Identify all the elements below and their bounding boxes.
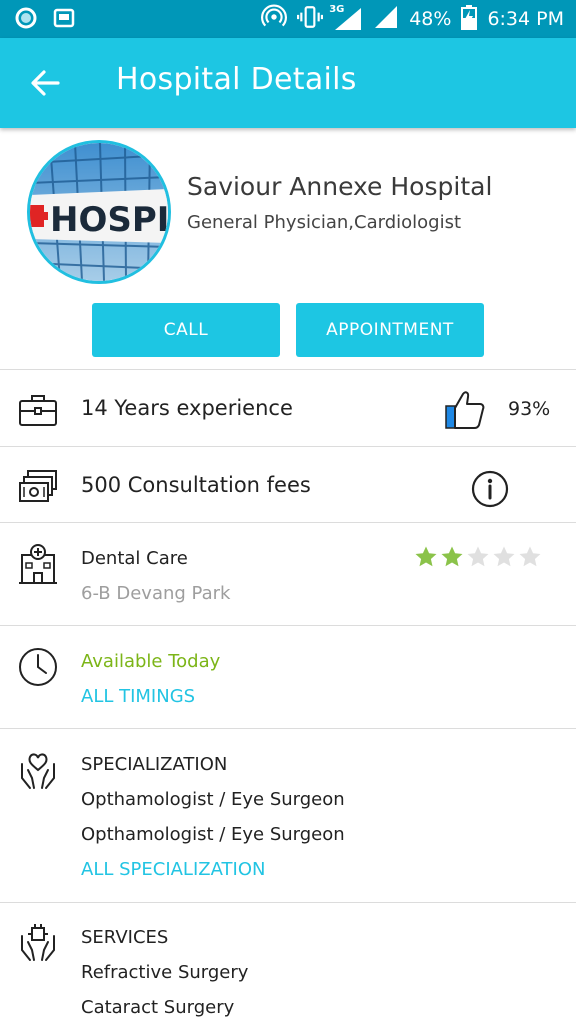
rating-percent: 93%: [508, 398, 551, 420]
specialization-heading: SPECIALIZATION: [81, 754, 228, 775]
circle-notification-icon: [14, 6, 38, 34]
divider: [0, 369, 576, 370]
consultation-fees: 500 Consultation fees: [81, 473, 311, 497]
specialization-item: Opthamologist / Eye Surgeon: [81, 824, 345, 845]
star-empty-icon: [493, 546, 515, 567]
call-button[interactable]: CALL: [92, 303, 280, 357]
hospital-avatar: HOSPI: [27, 140, 171, 284]
star-filled-icon: [415, 546, 437, 567]
all-timings-link[interactable]: ALL TIMINGS: [81, 686, 195, 707]
money-icon: [18, 469, 58, 509]
divider: [0, 522, 576, 523]
network-type: 3G: [329, 4, 345, 15]
star-filled-icon: [441, 546, 463, 567]
heart-hands-icon: [18, 750, 58, 796]
services-hands-icon: [18, 922, 58, 968]
hospital-name: Saviour Annexe Hospital: [187, 172, 493, 201]
hospital-specialties: General Physician,Cardiologist: [187, 212, 462, 233]
hospital-building-icon: [18, 543, 58, 589]
clinic-name: Dental Care: [81, 548, 188, 569]
briefcase-icon: [18, 392, 58, 432]
info-icon[interactable]: [470, 469, 510, 513]
divider: [0, 625, 576, 626]
clock-icon: [18, 647, 58, 691]
status-bar: 3G 48% 6:34 PM: [0, 0, 576, 38]
service-item: Refractive Surgery: [81, 962, 249, 983]
battery-percent: 48%: [409, 8, 452, 30]
app-bar: Hospital Details: [0, 38, 576, 128]
battery-charging-icon: [461, 4, 478, 35]
specialization-item: Opthamologist / Eye Surgeon: [81, 789, 345, 810]
availability-status: Available Today: [81, 651, 221, 672]
appointment-button[interactable]: APPOINTMENT: [296, 303, 484, 357]
clock: 6:34 PM: [487, 8, 564, 30]
divider: [0, 902, 576, 903]
divider: [0, 446, 576, 447]
screen-notification-icon: [52, 6, 76, 34]
divider: [0, 728, 576, 729]
avatar-sign-text: HOSPI: [50, 200, 168, 240]
star-empty-icon: [519, 546, 541, 567]
hotspot-icon: [261, 3, 288, 35]
thumbs-up-icon: [444, 388, 486, 434]
signal-icon: [373, 4, 399, 35]
all-specialization-link[interactable]: ALL SPECIALIZATION: [81, 859, 265, 880]
service-item: Cataract Surgery: [81, 997, 235, 1018]
star-empty-icon: [467, 546, 489, 567]
vibrate-icon: [297, 4, 324, 35]
clinic-address: 6-B Devang Park: [81, 583, 231, 604]
arrow-left-icon[interactable]: [28, 66, 62, 100]
star-rating: [414, 545, 542, 569]
services-heading: SERVICES: [81, 927, 169, 948]
signal-3g-icon: 3G: [329, 4, 363, 32]
experience-text: 14 Years experience: [81, 396, 293, 420]
page-title: Hospital Details: [116, 62, 357, 97]
